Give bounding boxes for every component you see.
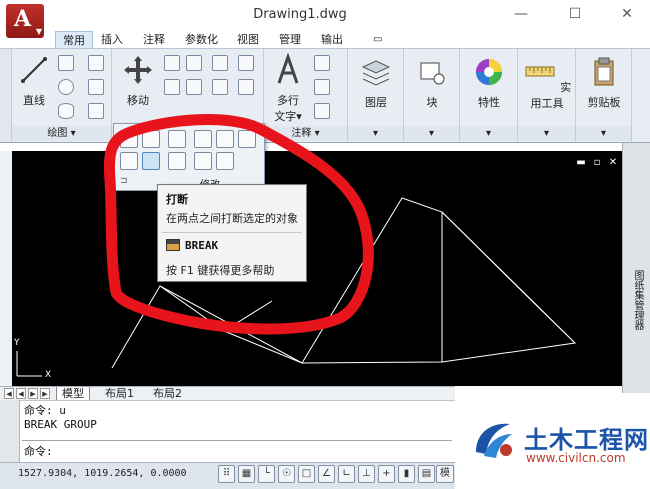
prev-layout-button[interactable]: ◀ — [16, 388, 26, 399]
command-history: 命令: u BREAK GROUP — [24, 404, 444, 432]
command-window-grip[interactable] — [0, 400, 20, 462]
watermark-url: www.civilcn.com — [526, 451, 626, 465]
polar-tracking-icon[interactable]: ☉ — [278, 465, 295, 483]
lineweight-icon[interactable]: ▮ — [398, 465, 415, 483]
snap-mode-icon[interactable]: ⠿ — [218, 465, 235, 483]
dynamic-input-icon[interactable]: + — [378, 465, 395, 483]
last-layout-button[interactable]: ▶ — [40, 388, 50, 399]
watermark-name: 土木工程网 — [524, 426, 649, 454]
command-history-line: BREAK GROUP — [24, 418, 97, 431]
model-space-button[interactable]: 模 — [436, 465, 454, 483]
civilcn-logo — [476, 423, 512, 458]
command-history-line: 命令: u — [24, 404, 66, 417]
grid-display-icon[interactable]: ▦ — [238, 465, 255, 483]
command-prompt: 命令: — [24, 445, 53, 458]
quick-properties-icon[interactable]: ▤ — [418, 465, 435, 483]
first-layout-button[interactable]: ◀ — [4, 388, 14, 399]
command-input-line[interactable]: 命令: — [22, 440, 452, 458]
object-snap-icon[interactable]: □ — [298, 465, 315, 483]
ortho-mode-icon[interactable]: └ — [258, 465, 275, 483]
coordinate-readout: 1527.9304, 1019.2654, 0.0000 — [18, 468, 187, 479]
next-layout-button[interactable]: ▶ — [28, 388, 38, 399]
3d-osnap-icon[interactable]: ∠ — [318, 465, 335, 483]
dynamic-ucs-icon[interactable]: ⊥ — [358, 465, 375, 483]
tab-layout2[interactable]: 布局2 — [148, 387, 187, 401]
layout-tab-bar: ◀ ◀ ▶ ▶ 模型 布局1 布局2 — [0, 386, 455, 401]
object-snap-tracking-icon[interactable]: ∟ — [338, 465, 355, 483]
tab-layout1[interactable]: 布局1 — [100, 387, 139, 401]
tab-model[interactable]: 模型 — [56, 387, 90, 401]
